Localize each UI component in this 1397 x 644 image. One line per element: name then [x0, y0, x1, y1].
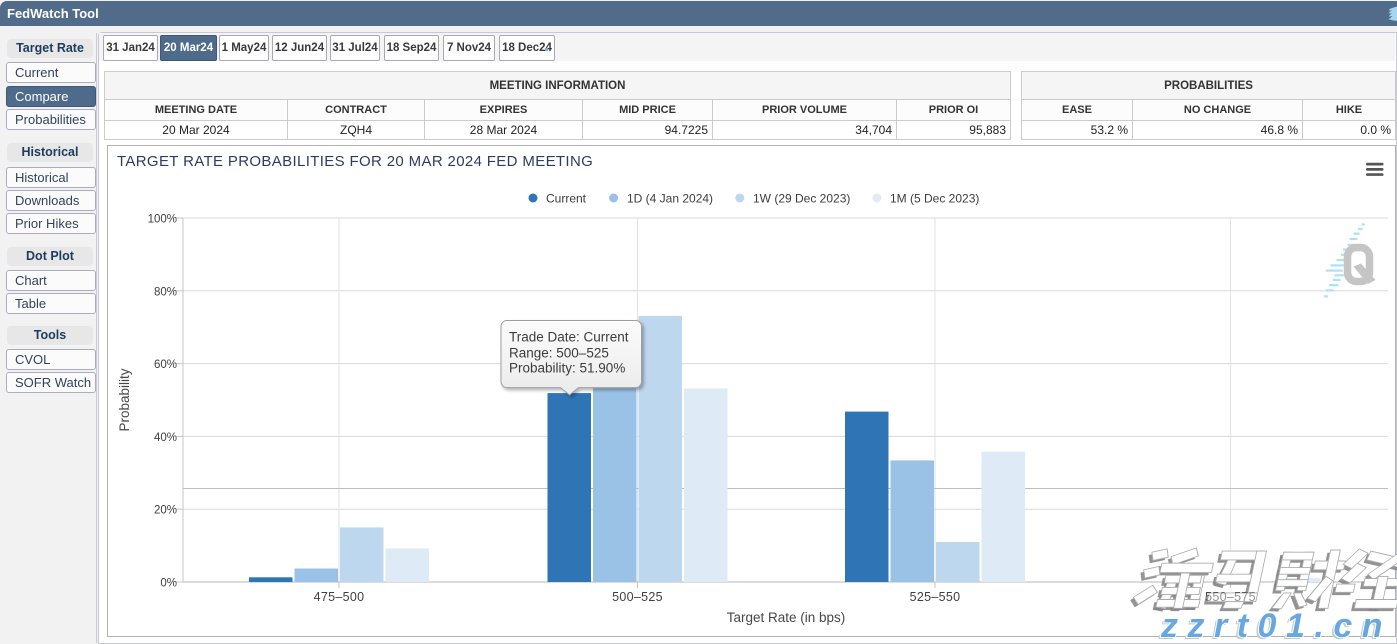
- svg-text:1D (4 Jan 2024): 1D (4 Jan 2024): [627, 192, 713, 206]
- svg-text:TARGET RATE PROBABILITIES FOR: TARGET RATE PROBABILITIES FOR 20 MAR 202…: [117, 153, 593, 170]
- svg-text:1M (5 Dec 2023): 1M (5 Dec 2023): [890, 192, 979, 206]
- svg-text:100%: 100%: [148, 214, 177, 226]
- svg-text:Target Rate (in bps): Target Rate (in bps): [727, 610, 846, 625]
- svg-text:550–575: 550–575: [1205, 590, 1256, 604]
- svg-text:Range: 500–525: Range: 500–525: [509, 346, 609, 361]
- svg-text:60%: 60%: [154, 359, 177, 371]
- svg-text:500–525: 500–525: [612, 590, 663, 604]
- svg-text:1W (29 Dec 2023): 1W (29 Dec 2023): [753, 192, 850, 206]
- svg-text:525–550: 525–550: [910, 590, 961, 604]
- svg-text:Trade Date: Current: Trade Date: Current: [509, 330, 629, 345]
- svg-text:475–500: 475–500: [314, 590, 365, 604]
- svg-text:Probability: 51.90%: Probability: 51.90%: [509, 361, 625, 376]
- svg-text:20%: 20%: [154, 505, 177, 517]
- svg-text:zzrt01.cn: zzrt01.cn: [1160, 607, 1392, 644]
- svg-text:40%: 40%: [154, 432, 177, 444]
- svg-text:0%: 0%: [160, 578, 177, 590]
- svg-text:Current: Current: [546, 192, 587, 206]
- svg-text:80%: 80%: [154, 286, 177, 298]
- svg-text:Probability: Probability: [117, 368, 132, 431]
